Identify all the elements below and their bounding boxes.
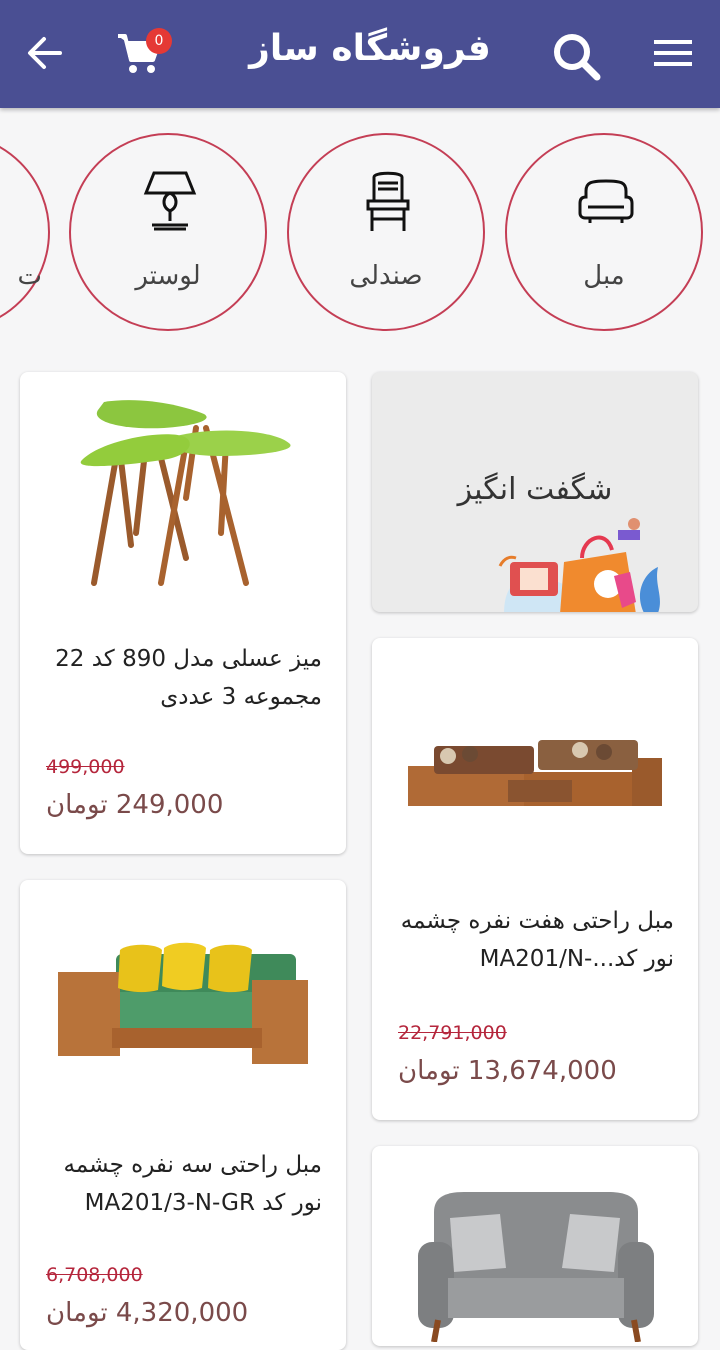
product-old-price: 6,708,000 xyxy=(46,1264,143,1286)
back-arrow-icon[interactable] xyxy=(26,34,64,76)
shopping-illustration xyxy=(498,518,660,612)
product-old-price: 499,000 xyxy=(46,756,125,778)
product-price: 249,000 تومان xyxy=(46,790,224,820)
product-image-side-tables xyxy=(80,400,291,586)
product-name: مبل راحتی سه نفره چشمه نور کد MA201/3-N-… xyxy=(63,1152,323,1216)
product-card[interactable] xyxy=(372,1146,698,1346)
category-lamp[interactable]: لوستر xyxy=(69,133,267,331)
category-label: صندلی xyxy=(349,261,423,291)
category-strip: مبل صندلی لوستر ت xyxy=(0,108,720,358)
app-title: فروشگاه ساز xyxy=(249,28,491,69)
amazing-offer-banner[interactable]: شگفت انگیز xyxy=(372,372,698,612)
category-label: مبل xyxy=(583,261,625,291)
lamp-icon xyxy=(143,171,197,231)
cart-count-badge: 0 xyxy=(146,28,172,54)
product-card[interactable]: مبل راحتی هفت نفره چشمه نور کد...-MA201/… xyxy=(372,638,698,1120)
product-price: 13,674,000 تومان xyxy=(398,1056,617,1086)
product-card[interactable]: مبل راحتی سه نفره چشمه نور کد MA201/3-N-… xyxy=(20,880,346,1350)
promo-title: شگفت انگیز xyxy=(457,472,613,507)
menu-icon[interactable] xyxy=(654,38,694,72)
chair-icon xyxy=(366,171,410,231)
category-chair[interactable]: صندلی xyxy=(287,133,485,331)
product-image-corner-sofa xyxy=(408,740,662,806)
category-sofa[interactable]: مبل xyxy=(505,133,703,331)
sofa-icon xyxy=(578,179,634,223)
app-bar: 0 فروشگاه ساز xyxy=(0,0,720,108)
category-label: ت xyxy=(17,261,42,291)
category-label: لوستر xyxy=(135,261,201,291)
product-card[interactable]: میز عسلی مدل 890 کد 22 مجموعه 3 عددی 499… xyxy=(20,372,346,854)
search-icon[interactable] xyxy=(552,32,602,86)
product-image-green-sofa xyxy=(58,942,308,1064)
category-partial[interactable]: ت xyxy=(0,133,50,331)
product-old-price: 22,791,000 xyxy=(398,1022,507,1044)
product-image-grey-sofa xyxy=(418,1192,654,1342)
product-name: میز عسلی مدل 890 کد 22 مجموعه 3 عددی xyxy=(55,646,322,710)
product-price: 4,320,000 تومان xyxy=(46,1298,249,1328)
product-name: مبل راحتی هفت نفره چشمه نور کد...-MA201/… xyxy=(400,908,674,972)
